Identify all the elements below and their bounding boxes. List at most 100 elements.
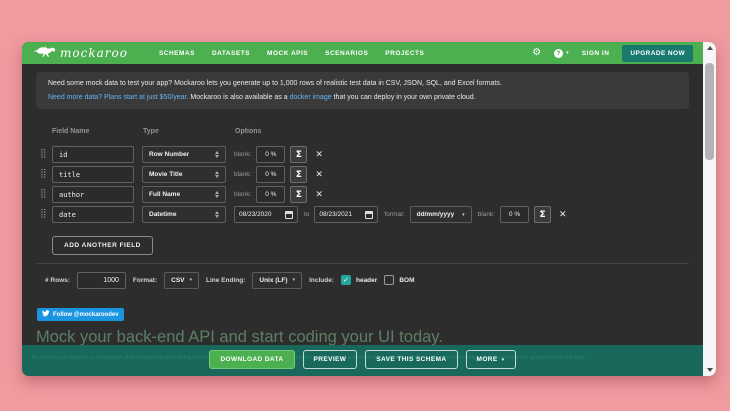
rows-label: # Rows: [45,276,70,284]
content-area: Need some mock data to test your app? Mo… [22,64,703,345]
scroll-up-arrow-icon[interactable] [706,46,713,50]
field-name-input[interactable] [52,186,134,203]
field-row-author: ⣿ Full Name blank: Σ ✕ [40,186,323,203]
app-window: mockaroo SCHEMAS DATASETS MOCK APIS SCEN… [22,42,716,376]
nav-item-schemas[interactable]: SCHEMAS [159,50,195,57]
date-to-input[interactable]: 08/23/2021 [314,206,379,223]
field-type-value: Datetime [149,211,177,218]
line-ending-value: Unix (LF) [259,276,288,284]
intro-line2-mid: Mockaroo is also available as a [188,94,290,101]
blank-percent-input[interactable] [500,206,530,223]
scrollbar-thumb[interactable] [705,63,714,160]
formula-sigma-button[interactable]: Σ [290,186,308,203]
promo-heading: Mock your back-end API and start coding … [36,328,443,345]
nav-item-mock-apis[interactable]: MOCK APIS [267,50,308,57]
upgrade-now-button[interactable]: UPGRADE NOW [622,44,693,62]
sort-arrows-icon [215,191,219,198]
drag-handle-icon[interactable]: ⣿ [40,190,52,199]
navbar: mockaroo SCHEMAS DATASETS MOCK APIS SCEN… [22,42,703,64]
remove-field-icon[interactable]: ✕ [315,190,323,200]
field-row-date: ⣿ Datetime 08/23/2020 to 08/23/2021 form… [40,206,567,223]
col-options: Options [235,128,262,135]
format-select[interactable]: CSV ▾ [164,271,200,289]
twitter-follow-button[interactable]: Follow @mockaroodev [37,308,124,321]
chevron-down-icon: ▾ [292,277,296,283]
help-menu[interactable]: ? ▾ [554,48,569,58]
include-label: Include: [309,276,334,284]
chevron-down-icon: ▾ [501,356,505,363]
blank-percent-input[interactable] [256,146,286,163]
vertical-scrollbar[interactable] [703,42,716,376]
line-ending-label: Line Ending: [206,276,246,284]
field-type-select[interactable]: Row Number [142,146,226,163]
scroll-down-arrow-icon[interactable] [706,368,713,372]
chevron-down-icon: ▾ [462,211,465,218]
date-format-select[interactable]: dd/mm/yyyy ▾ [409,206,472,223]
field-type-value: Full Name [149,191,181,198]
line-ending-select[interactable]: Unix (LF) ▾ [252,271,303,289]
formula-sigma-button[interactable]: Σ [534,206,552,223]
preview-button[interactable]: PREVIEW [302,350,358,369]
nav-item-projects[interactable]: PROJECTS [385,50,424,57]
intro-line2: Need more data? Plans start at just $50/… [48,91,677,105]
blank-label: blank: [477,211,496,218]
field-name-input[interactable] [52,166,134,183]
bom-checkbox[interactable] [384,275,395,285]
save-schema-button[interactable]: SAVE THIS SCHEMA [365,350,458,369]
generate-options-bar: # Rows: Format: CSV ▾ Line Ending: Unix … [45,270,414,290]
date-from-input[interactable]: 08/23/2020 [234,206,298,223]
nav-item-datasets[interactable]: DATASETS [212,50,250,57]
intro-line2-end: that you can deploy in your own private … [331,94,476,101]
blank-label: blank: [234,171,252,178]
sign-in-link[interactable]: SIGN IN [582,50,610,57]
sort-arrows-icon [215,171,219,178]
twitter-follow-label: Follow @mockaroodev [53,311,119,318]
field-type-select[interactable]: Datetime [142,206,226,223]
intro-infobox: Need some mock data to test your app? Mo… [36,72,689,109]
field-row-title: ⣿ Movie Title blank: Σ ✕ [40,166,323,183]
help-icon: ? [554,48,564,58]
more-button-label: MORE [476,356,498,363]
drag-handle-icon[interactable]: ⣿ [40,210,52,219]
field-type-value: Movie Title [149,171,183,178]
plans-link[interactable]: Need more data? Plans start at just $50/… [48,94,188,101]
action-footer: It's hard to put together a meaningful U… [22,345,703,376]
bom-checkbox-label: BOM [399,276,415,284]
settings-gear-icon[interactable]: ⚙ [532,48,541,58]
blank-percent-input[interactable] [256,186,286,203]
kangaroo-icon [32,44,56,63]
add-another-field-button[interactable]: ADD ANOTHER FIELD [52,236,153,255]
formula-sigma-button[interactable]: Σ [290,146,308,163]
format-value: CSV [171,276,185,284]
sort-arrows-icon [215,151,219,158]
header-checkbox-label: header [355,276,378,284]
download-data-button[interactable]: DOWNLOAD DATA [209,350,295,369]
drag-handle-icon[interactable]: ⣿ [40,150,52,159]
promo-paragraph: It's hard to put together a meaningful U… [32,355,586,361]
field-type-select[interactable]: Movie Title [142,166,226,183]
date-to-value: 08/23/2021 [319,211,352,218]
chevron-down-icon: ▾ [189,277,193,283]
field-name-input[interactable] [52,146,134,163]
drag-handle-icon[interactable]: ⣿ [40,170,52,179]
divider [36,263,689,264]
remove-field-icon[interactable]: ✕ [315,170,323,180]
to-label: to [304,211,310,218]
nav-item-scenarios[interactable]: SCENARIOS [325,50,368,57]
remove-field-icon[interactable]: ✕ [559,210,567,220]
field-name-input[interactable] [52,206,134,223]
more-button[interactable]: MORE ▾ [465,350,516,369]
formula-sigma-button[interactable]: Σ [290,166,308,183]
brand-name: mockaroo [60,46,128,60]
blank-percent-input[interactable] [256,166,286,183]
calendar-icon [285,210,293,219]
brand-logo[interactable]: mockaroo [32,44,128,63]
col-field-name: Field Name [52,128,90,135]
field-type-select[interactable]: Full Name [142,186,226,203]
date-format-value: dd/mm/yyyy [416,211,455,218]
docker-image-link[interactable]: docker image [290,94,332,101]
col-type: Type [143,128,159,135]
remove-field-icon[interactable]: ✕ [315,150,323,160]
rows-count-input[interactable] [76,271,126,289]
header-checkbox[interactable]: ✓ [340,275,351,285]
